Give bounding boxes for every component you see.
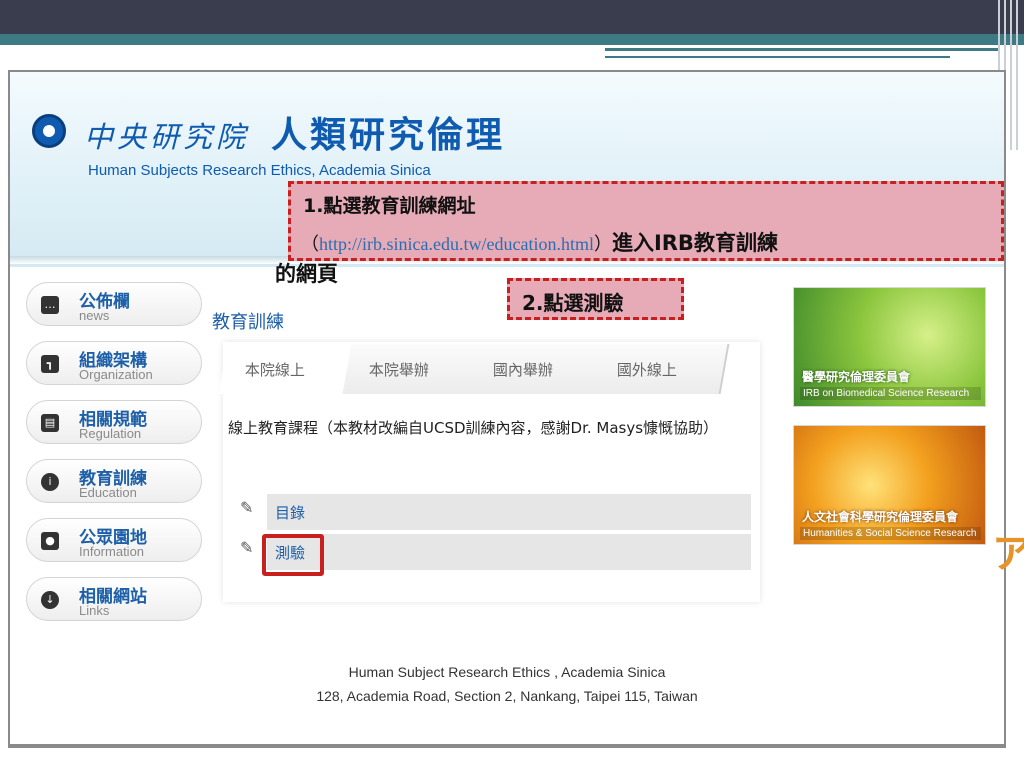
org-chart-icon: ┓ <box>41 355 59 373</box>
callout-step-1-title: 1.點選教育訓練網址 <box>303 195 476 217</box>
list-item: 測驗 <box>267 534 751 570</box>
tab-domestic[interactable]: 國內舉辦 <box>466 344 606 394</box>
sidebar-item-sublabel: Regulation <box>79 426 142 441</box>
tab-campus-hosted[interactable]: 本院舉辦 <box>342 344 482 394</box>
list-item: 目錄 <box>267 494 751 530</box>
academia-logo-text: 中央研究院 <box>84 120 250 154</box>
sidebar-item-sublabel: Information <box>79 544 145 559</box>
academia-seal-icon <box>32 114 66 148</box>
site-subtitle: Human Subjects Research Ethics, Academia… <box>88 162 431 179</box>
footer-line: Human Subject Research Ethics , Academia… <box>348 664 666 680</box>
banner-biomedical-irb[interactable]: 醫學研究倫理委員會 IRB on Biomedical Science Rese… <box>793 287 986 407</box>
document-icon: ▤ <box>41 414 59 432</box>
chat-icon: … <box>41 296 59 314</box>
sidebar-item-sublabel: Links <box>79 603 110 618</box>
site-footer: Human Subject Research Ethics , Academia… <box>10 660 1004 708</box>
callout-step-2-label: 2.點選測驗 <box>522 291 624 315</box>
slide-edge-mark: ア <box>992 532 1024 576</box>
tab-label: 本院線上 <box>244 361 305 379</box>
callout-paren-open: （ <box>301 234 319 255</box>
course-description: 線上教育課程（本教材改編自UCSD訓練內容，感謝Dr. Masys慷慨協助） <box>228 419 719 437</box>
slide-decor-stripe <box>605 48 1000 51</box>
tab-label: 國外線上 <box>616 361 677 379</box>
sidebar-item-sublabel: news <box>79 308 110 323</box>
quiz-highlight-box <box>262 534 324 576</box>
sidebar-item-links[interactable]: ↓ 相關網站 Links <box>26 577 202 621</box>
sidebar-item-regulation[interactable]: ▤ 相關規範 Regulation <box>26 400 202 444</box>
person-icon: ● <box>41 532 59 550</box>
banner-subtitle: Humanities & Social Science Research <box>800 527 981 540</box>
sidebar-item-education[interactable]: i 教育訓練 Education <box>26 459 202 503</box>
banner-social-science-irb[interactable]: 人文社會科學研究倫理委員會 Humanities & Social Scienc… <box>793 425 986 545</box>
sidebar-nav: … 公佈欄 news ┓ 組織架構 Organization ▤ 相關規範 Re… <box>26 282 202 636</box>
sidebar-item-sublabel: Organization <box>79 367 153 382</box>
tab-label: 國內舉辦 <box>492 361 553 379</box>
callout-step-1: 1.點選教育訓練網址 （http://irb.sinica.edu.tw/edu… <box>288 181 1004 261</box>
slide-decor-stripe <box>605 56 950 58</box>
site-title[interactable]: 人類研究倫理 <box>271 106 505 158</box>
callout-paren-close: ） <box>593 234 612 255</box>
sidebar-item-sublabel: Education <box>79 485 137 500</box>
sidebar-item-information[interactable]: ● 公眾園地 Information <box>26 518 202 562</box>
sidebar-item-news[interactable]: … 公佈欄 news <box>26 282 202 326</box>
pencil-icon: ✎ <box>240 538 254 557</box>
info-icon: i <box>41 473 59 491</box>
callout-step-2: 2.點選測驗 <box>507 278 684 320</box>
banner-title: 人文社會科學研究倫理委員會 <box>802 510 959 524</box>
callout-url: http://irb.sinica.edu.tw/education.html <box>319 234 594 254</box>
tab-campus-online[interactable]: 本院線上 <box>218 344 358 394</box>
tab-label: 本院舉辦 <box>368 361 429 379</box>
banner-subtitle: IRB on Biomedical Science Research <box>800 387 981 400</box>
slide-top-bar <box>0 0 1024 34</box>
pencil-icon: ✎ <box>240 498 254 517</box>
callout-step-1-text: 進入IRB教育訓練 <box>611 231 778 255</box>
website-screenshot: 中央研究院 人類研究倫理 Human Subjects Research Eth… <box>8 70 1006 748</box>
tab-international-online[interactable]: 國外線上 <box>590 344 730 394</box>
banner-title: 醫學研究倫理委員會 <box>802 370 911 384</box>
slide-teal-band <box>0 34 1024 45</box>
arrow-down-circle-icon: ↓ <box>41 591 59 609</box>
footer-address: 128, Academia Road, Section 2, Nankang, … <box>316 688 698 704</box>
callout-step-1-continuation: 的網頁 <box>275 262 338 286</box>
section-title: 教育訓練 <box>212 312 284 333</box>
sidebar-item-organization[interactable]: ┓ 組織架構 Organization <box>26 341 202 385</box>
callout-step-1-line: （http://irb.sinica.edu.tw/education.html… <box>301 227 778 257</box>
catalog-link[interactable]: 目錄 <box>275 502 305 523</box>
